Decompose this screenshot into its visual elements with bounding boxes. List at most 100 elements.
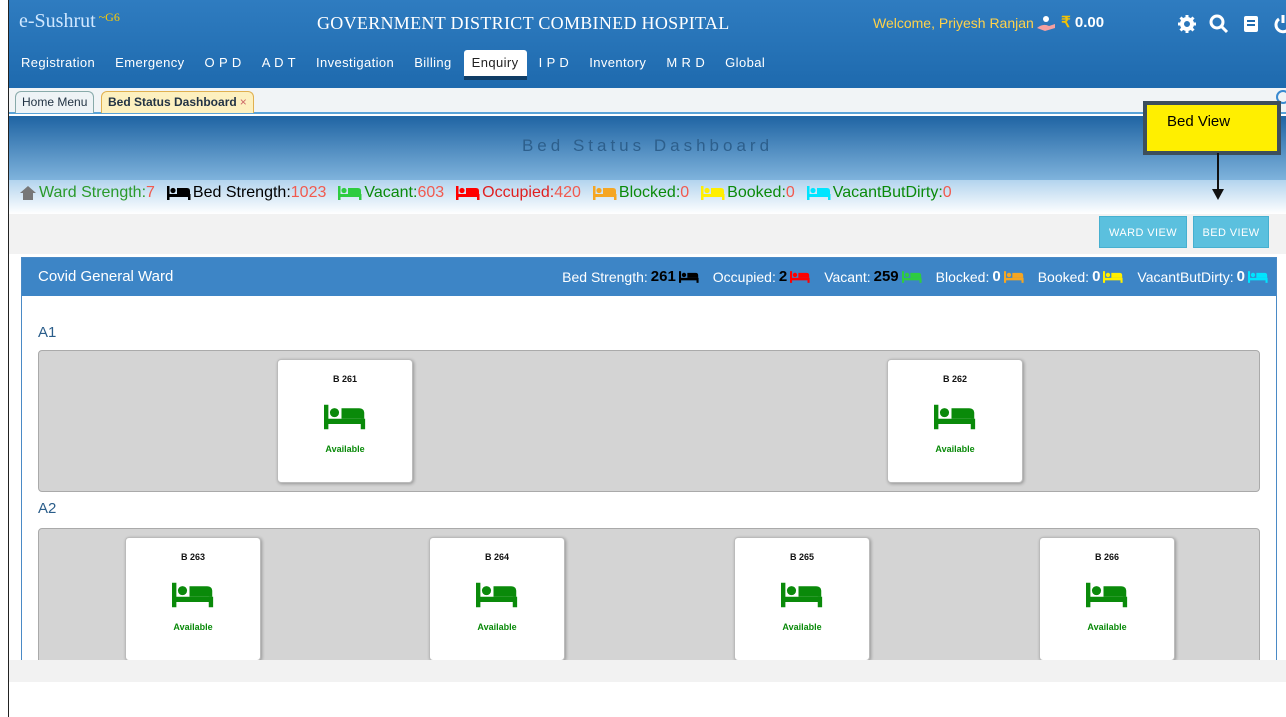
bed-status: Available xyxy=(1087,622,1127,632)
stat-label: Booked: xyxy=(1037,268,1090,285)
stat-value: 0 xyxy=(992,268,1001,285)
bay-a1: B 261 Available B 262 Available xyxy=(38,350,1260,492)
bed-icon xyxy=(1103,270,1124,283)
menu-item-opd[interactable]: O P D xyxy=(197,50,250,76)
bed-number: B 266 xyxy=(1094,552,1120,562)
menu-item-registration[interactable]: Registration xyxy=(13,50,103,76)
ward-header: Covid General Ward Bed Strength: 261 Occu… xyxy=(22,258,1276,296)
menu-item-investigation[interactable]: Investigation xyxy=(308,50,402,76)
tab-bed-status-dashboard[interactable]: Bed Status Dashboard × xyxy=(101,91,254,113)
tab-close-icon[interactable]: × xyxy=(240,95,247,109)
top-bar: e-Sushrut ~G6 GOVERNMENT DISTRICT COMBINE… xyxy=(9,0,1286,88)
bed-icon xyxy=(1086,582,1128,608)
ward-blocked: Blocked: 0 xyxy=(936,268,1024,285)
group-label-a2: A2 xyxy=(38,500,57,517)
stat-value: 420 xyxy=(554,184,581,201)
bed-icon xyxy=(476,582,518,608)
stat-label: Occupied: xyxy=(712,268,776,285)
group-label-a1: A1 xyxy=(38,324,57,341)
ward-stats: Bed Strength: 261 Occupied: 2 Vacant: 259 B… xyxy=(548,268,1268,285)
search-icon[interactable] xyxy=(1209,14,1229,34)
bed-card[interactable]: B 261 Available xyxy=(277,359,413,483)
hospital-name: GOVERNMENT DISTRICT COMBINED HOSPITAL xyxy=(317,13,730,33)
stat-value: 0 xyxy=(1092,268,1101,285)
bed-icon xyxy=(456,186,480,200)
book-icon[interactable] xyxy=(1241,14,1261,34)
ward-vacant: Vacant: 259 xyxy=(824,268,922,285)
bed-card[interactable]: B 262 Available xyxy=(887,359,1023,483)
stat-value: 0 xyxy=(942,184,952,201)
bed-card[interactable]: B 266 Available xyxy=(1039,537,1175,661)
stat-value: 1023 xyxy=(290,184,327,201)
tab-label: Bed Status Dashboard xyxy=(108,95,237,109)
stat-value: 259 xyxy=(873,268,899,285)
bed-number: B 264 xyxy=(484,552,510,562)
bed-icon xyxy=(166,186,191,200)
stat-value: 261 xyxy=(650,268,676,285)
tab-home-menu[interactable]: Home Menu xyxy=(15,91,95,113)
ward-occupied: Occupied: 2 xyxy=(713,268,810,285)
bed-view-button[interactable]: BED VIEW xyxy=(1193,216,1269,248)
bed-icon xyxy=(592,186,617,200)
stat-label: VacantButDirty: xyxy=(1137,268,1234,285)
bed-icon xyxy=(934,404,976,430)
menu-item-inventory[interactable]: Inventory xyxy=(581,50,654,76)
bed-icon xyxy=(781,582,823,608)
stat-label: Blocked: xyxy=(935,268,990,285)
wallet-hand-icon xyxy=(1037,16,1055,32)
menu-item-emergency[interactable]: Emergency xyxy=(107,50,192,76)
bed-status: Available xyxy=(325,444,365,454)
brand-version: ~G6 xyxy=(98,10,120,24)
footer-bar xyxy=(9,660,1286,682)
bed-icon xyxy=(338,186,362,200)
wallet-amount: 0.00 xyxy=(1074,14,1105,31)
bed-card[interactable]: B 263 Available xyxy=(125,537,261,661)
stat-value: 0 xyxy=(1236,268,1245,285)
callout-arrowhead xyxy=(1212,189,1224,200)
menu-item-mrd[interactable]: M R D xyxy=(658,50,713,76)
home-icon xyxy=(20,186,36,200)
menu-item-billing[interactable]: Billing xyxy=(406,50,459,76)
bed-status: Available xyxy=(173,622,213,632)
rupee-symbol: ₹ xyxy=(1061,14,1071,31)
stat-label: Occupied: xyxy=(482,184,555,201)
bed-number: B 262 xyxy=(942,374,968,384)
wallet-balance[interactable]: ₹ 0.00 xyxy=(1035,13,1104,32)
stat-label: Vacant: xyxy=(824,268,871,285)
bed-number: B 261 xyxy=(332,374,358,384)
menu-item-adt[interactable]: A D T xyxy=(254,50,304,76)
bed-card[interactable]: B 265 Available xyxy=(734,537,870,661)
dashboard-title: Bed Status Dashboard xyxy=(521,136,774,155)
menu-item-global[interactable]: Global xyxy=(717,50,773,76)
menu-item-ipd[interactable]: I P D xyxy=(531,50,578,76)
callout-text: Bed View xyxy=(1147,105,1277,151)
ward-booked: Booked: 0 xyxy=(1038,268,1124,285)
bed-icon xyxy=(172,582,214,608)
menu-item-enquiry[interactable]: Enquiry xyxy=(463,50,527,76)
stat-label: Ward Strength: xyxy=(39,184,147,201)
bed-status: Available xyxy=(935,444,975,454)
stat-value: 603 xyxy=(417,184,445,201)
summary-bar: Ward Strength: 7 Bed Strength: 1023 Vacant… xyxy=(9,180,1286,214)
bed-icon xyxy=(1248,270,1268,283)
ward-vacant-but-dirty: VacantButDirty: 0 xyxy=(1137,268,1268,285)
vacant-stat: Vacant: 603 xyxy=(338,184,444,202)
stat-label: Vacant: xyxy=(364,184,418,201)
ward-strength-stat: Ward Strength: 7 xyxy=(19,184,155,202)
main-menu: Registration Emergency O P DA D T Investiga… xyxy=(9,50,777,80)
bed-icon xyxy=(806,186,831,200)
gear-icon[interactable] xyxy=(1177,14,1197,34)
stat-label: VacantButDirty: xyxy=(832,184,943,201)
bed-number: B 265 xyxy=(789,552,815,562)
bed-card[interactable]: B 264 Available xyxy=(429,537,565,661)
bed-icon xyxy=(324,404,366,430)
ward-view-button[interactable]: WARD VIEW xyxy=(1099,216,1187,248)
dashboard-header: Bed Status Dashboard xyxy=(9,116,1286,180)
occupied-stat: Occupied: 420 xyxy=(456,184,581,202)
vacant-but-dirty-stat: VacantButDirty: 0 xyxy=(806,184,952,202)
bed-strength-stat: Bed Strength: 1023 xyxy=(166,184,327,202)
bed-view-callout: Bed View xyxy=(1143,101,1281,155)
brand-logo[interactable]: e-Sushrut ~G6 xyxy=(19,10,120,33)
brand-name: e-Sushrut xyxy=(19,10,96,32)
power-icon[interactable] xyxy=(1273,14,1286,34)
